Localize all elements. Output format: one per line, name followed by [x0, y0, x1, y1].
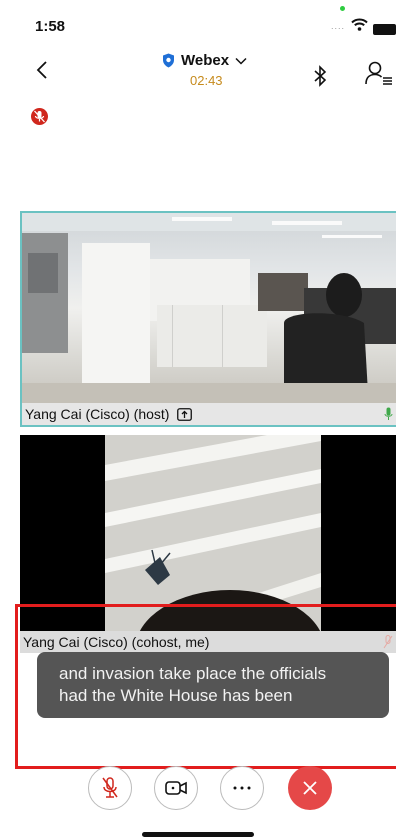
- chevron-down-icon: [235, 57, 247, 65]
- back-button[interactable]: [36, 60, 48, 85]
- office-video-feed: [22, 213, 396, 425]
- self-video-feed: [105, 435, 321, 631]
- close-icon: [303, 781, 317, 795]
- battery-icon: [373, 24, 396, 35]
- wifi-icon: [351, 18, 368, 36]
- mute-button[interactable]: [88, 766, 132, 810]
- more-icon: [233, 786, 251, 790]
- camera-icon: [165, 781, 187, 795]
- participants-icon: [365, 61, 392, 85]
- home-indicator[interactable]: [142, 832, 254, 837]
- bluetooth-icon: [314, 65, 327, 87]
- leave-meeting-button[interactable]: [288, 766, 332, 810]
- video-button[interactable]: [154, 766, 198, 810]
- status-time: 1:58: [35, 18, 66, 35]
- muted-alert-icon: [31, 108, 48, 125]
- participants-button[interactable]: [365, 61, 393, 92]
- participant-name-bar: Yang Cai (Cisco) (host): [22, 403, 396, 425]
- participant-name: Yang Cai (Cisco) (host): [25, 406, 170, 422]
- meeting-title-dropdown[interactable]: Webex: [162, 52, 247, 69]
- chevron-left-icon: [36, 61, 47, 79]
- video-tile-host[interactable]: Yang Cai (Cisco) (host): [20, 211, 396, 427]
- meeting-title: Webex: [181, 52, 230, 69]
- signal-icon: ....: [331, 21, 346, 31]
- status-indicator-dot: [340, 6, 345, 11]
- share-up-icon: [177, 408, 193, 421]
- highlight-box: [15, 604, 396, 769]
- mic-off-icon: [102, 777, 118, 798]
- mic-on-icon: [384, 407, 393, 420]
- shield-icon: [163, 53, 174, 68]
- meeting-timer: 02:43: [190, 73, 223, 88]
- more-button[interactable]: [220, 766, 264, 810]
- bluetooth-button[interactable]: [313, 65, 329, 92]
